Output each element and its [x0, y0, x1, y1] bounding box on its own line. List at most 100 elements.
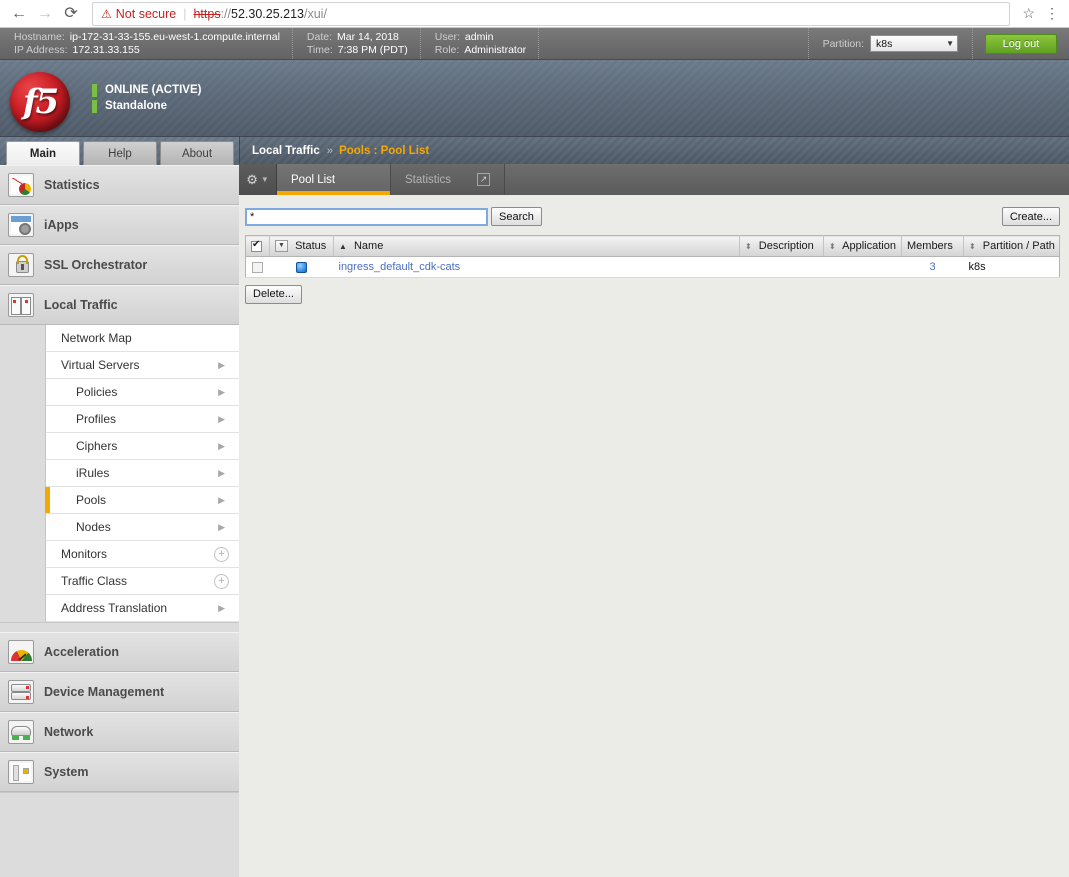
select-all-checkbox[interactable]	[251, 239, 262, 252]
url-path: /xui/	[304, 6, 327, 21]
url-separator: ://	[220, 6, 231, 21]
partition-select[interactable]: k8s ▼	[870, 35, 958, 52]
iapps-icon	[8, 213, 34, 237]
delete-button[interactable]: Delete...	[245, 284, 302, 304]
submenu-label: Ciphers	[76, 439, 118, 453]
tab-statistics[interactable]: Statistics ↗	[391, 164, 505, 195]
tab-pool-list[interactable]: Pool List	[277, 164, 391, 195]
address-bar[interactable]: ⚠ Not secure | https :// 52.30.25.213 /x…	[92, 1, 1011, 26]
sidebar-label-statistics: Statistics	[44, 178, 100, 192]
acceleration-icon	[8, 640, 34, 664]
submenu-item-profiles[interactable]: Profiles ▶	[46, 406, 239, 433]
column-header-application-label: Application	[842, 240, 896, 252]
create-button[interactable]: Create...	[1001, 207, 1060, 226]
row-members-cell: 3	[901, 256, 964, 278]
info-bar-spacer	[539, 28, 809, 59]
forward-arrow-icon[interactable]: →	[32, 1, 58, 27]
row-partition-path-cell: k8s	[963, 256, 1060, 278]
column-header-status[interactable]: ▼ Status	[269, 235, 334, 257]
submenu-item-network-map[interactable]: Network Map	[46, 325, 239, 352]
tab-help[interactable]: Help	[83, 141, 157, 165]
column-header-description-label: Description	[758, 240, 814, 252]
row-select-cell[interactable]	[245, 256, 270, 278]
table-row[interactable]: ingress_default_cdk-cats 3 k8s	[245, 256, 1060, 278]
status-indicator-bar-secondary	[92, 99, 97, 113]
sidebar-item-iapps[interactable]: iApps	[0, 205, 239, 245]
sort-icon: ⬍	[829, 242, 836, 251]
content-tab-bar: ⚙ ▼ Pool List Statistics ↗	[239, 164, 1069, 195]
search-input[interactable]	[245, 207, 488, 226]
sidebar-item-acceleration[interactable]: Acceleration	[0, 632, 239, 672]
sidebar-item-network[interactable]: Network	[0, 712, 239, 752]
sidebar-item-local-traffic[interactable]: Local Traffic	[0, 285, 239, 325]
back-arrow-icon[interactable]: ←	[6, 1, 32, 27]
column-header-application[interactable]: ⬍ Application	[823, 235, 902, 257]
chevron-right-icon: ▶	[218, 494, 225, 505]
time-value: 7:38 PM (PDT)	[337, 43, 408, 56]
chevron-right-icon: ▶	[218, 602, 225, 613]
sidebar-label-iapps: iApps	[44, 218, 79, 232]
status-primary: ONLINE (ACTIVE)	[105, 84, 202, 96]
star-icon[interactable]: ☆	[1016, 5, 1041, 22]
role-label: Role:	[434, 43, 460, 56]
breadcrumb-separator-icon: ››	[326, 144, 333, 157]
submenu-item-virtual-servers[interactable]: Virtual Servers ▶	[46, 352, 239, 379]
status-unknown-blue-icon	[296, 261, 307, 273]
column-header-name[interactable]: ▲ Name	[333, 235, 740, 257]
hostname-value: ip-172-31-33-155.eu-west-1.compute.inter…	[69, 30, 280, 43]
kebab-menu-icon[interactable]: ⋮	[1041, 5, 1063, 22]
submenu-item-address-translation[interactable]: Address Translation ▶	[46, 595, 239, 622]
submenu-item-irules[interactable]: iRules ▶	[46, 460, 239, 487]
column-header-members[interactable]: Members	[901, 235, 964, 257]
chevron-right-icon: ▶	[218, 440, 225, 451]
column-header-select-all[interactable]	[245, 235, 270, 257]
submenu-item-pools[interactable]: Pools ▶	[45, 487, 239, 514]
date-label: Date:	[306, 30, 333, 43]
sidebar-item-device-management[interactable]: Device Management	[0, 672, 239, 712]
reload-icon[interactable]: ⟳	[58, 1, 84, 27]
plus-circle-icon[interactable]: +	[214, 573, 229, 589]
status-filter-dropdown-icon[interactable]: ▼	[275, 240, 288, 253]
gear-menu-button[interactable]: ⚙ ▼	[239, 164, 277, 195]
partition-label: Partition:	[822, 37, 864, 50]
breadcrumb-root[interactable]: Local Traffic	[252, 145, 320, 157]
breadcrumb: Local Traffic ›› Pools : Pool List	[239, 137, 1069, 164]
submenu-item-policies[interactable]: Policies ▶	[46, 379, 239, 406]
search-button[interactable]: Search	[491, 207, 542, 226]
status-indicator-bar	[92, 83, 97, 97]
sidebar-label-local-traffic: Local Traffic	[44, 298, 118, 312]
submenu-label: Pools	[76, 493, 107, 507]
sidebar-nav: Statistics iApps SSL Orchestrator Local …	[0, 165, 239, 877]
logout-button[interactable]: Log out	[985, 33, 1057, 54]
submenu-item-monitors[interactable]: Monitors +	[46, 541, 239, 568]
row-name-cell: ingress_default_cdk-cats	[333, 256, 740, 278]
row-checkbox[interactable]	[252, 261, 264, 273]
column-header-partition-path[interactable]: ⬍ Partition / Path	[963, 235, 1060, 257]
submenu-label: Monitors	[61, 547, 108, 561]
submenu-item-ciphers[interactable]: Ciphers ▶	[46, 433, 239, 460]
tab-about[interactable]: About	[160, 141, 234, 165]
submenu-label: Nodes	[76, 520, 111, 534]
submenu-label: Network Map	[61, 331, 132, 345]
statistics-icon	[8, 173, 34, 197]
logout-group: Log out	[973, 28, 1069, 59]
ip-address-label: IP Address:	[14, 43, 68, 56]
members-count-link[interactable]: 3	[929, 261, 935, 273]
pool-name-link[interactable]: ingress_default_cdk-cats	[339, 261, 461, 273]
sidebar-item-ssl-orchestrator[interactable]: SSL Orchestrator	[0, 245, 239, 285]
chevron-right-icon: ▶	[218, 521, 225, 532]
main-content-column: Local Traffic ›› Pools : Pool List ⚙ ▼ P…	[239, 137, 1069, 877]
gear-icon: ⚙	[246, 172, 258, 187]
omnibox-divider: |	[183, 6, 187, 21]
plus-circle-icon[interactable]: +	[214, 546, 229, 562]
sidebar-filler	[0, 792, 239, 793]
row-application-cell	[823, 256, 902, 278]
breadcrumb-current: Pools : Pool List	[339, 144, 430, 157]
submenu-item-nodes[interactable]: Nodes ▶	[46, 514, 239, 541]
column-header-description[interactable]: ⬍ Description	[739, 235, 824, 257]
tab-main[interactable]: Main	[6, 141, 80, 165]
sidebar-item-system[interactable]: System	[0, 752, 239, 792]
sidebar-item-statistics[interactable]: Statistics	[0, 165, 239, 205]
f5-logo-text: f5	[22, 82, 59, 122]
submenu-item-traffic-class[interactable]: Traffic Class +	[46, 568, 239, 595]
